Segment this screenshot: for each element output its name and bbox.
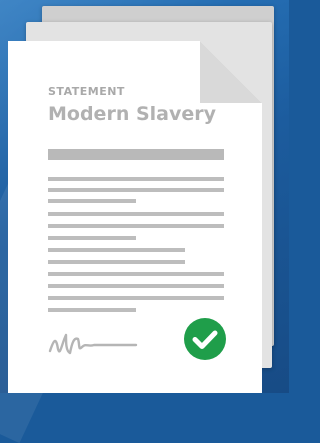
text-line bbox=[48, 296, 224, 300]
text-line bbox=[48, 260, 185, 264]
text-line bbox=[48, 224, 224, 228]
text-line bbox=[48, 236, 136, 240]
document-page: STATEMENT Modern Slavery bbox=[8, 41, 262, 393]
check-circle-icon bbox=[184, 318, 226, 360]
signature-icon bbox=[48, 333, 138, 355]
text-line bbox=[48, 272, 224, 276]
text-line bbox=[48, 177, 224, 181]
text-line bbox=[48, 308, 136, 312]
document-title: Modern Slavery bbox=[48, 103, 217, 125]
text-line bbox=[48, 188, 224, 192]
text-line bbox=[48, 284, 224, 288]
text-line bbox=[48, 212, 224, 216]
document-label: STATEMENT bbox=[48, 85, 125, 98]
text-line bbox=[48, 248, 185, 252]
text-line bbox=[48, 199, 136, 203]
header-bar bbox=[48, 149, 224, 160]
